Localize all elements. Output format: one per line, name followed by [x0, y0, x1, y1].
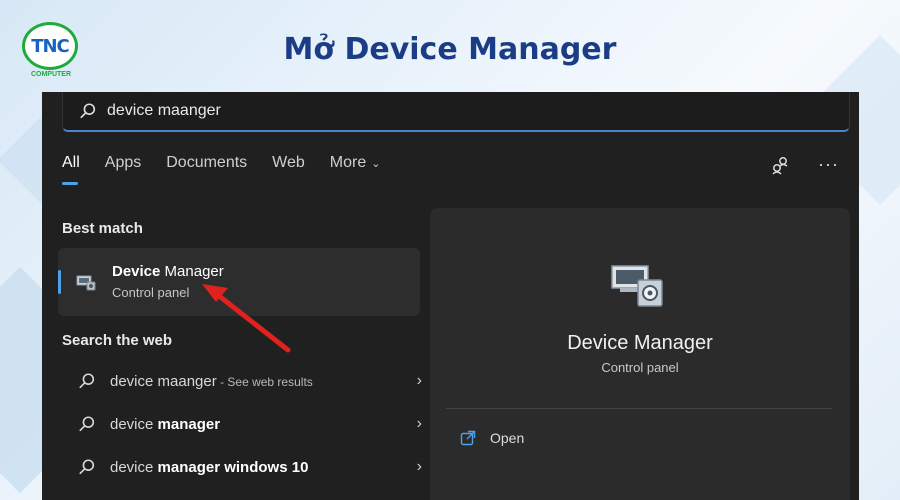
- tab-more-label: More: [329, 154, 367, 171]
- logo-subtext: COMPUTER: [30, 71, 72, 78]
- search-icon: [79, 416, 95, 432]
- open-external-icon: [460, 430, 476, 446]
- web-result-text: device manager: [110, 416, 220, 433]
- title-bold: Device: [112, 263, 161, 280]
- search-icon: [79, 459, 95, 475]
- web-result-item[interactable]: device manager windows 10 ›: [62, 447, 422, 487]
- web-result-text: device maanger - See web results: [110, 373, 313, 390]
- selection-indicator: [58, 270, 61, 294]
- tab-documents[interactable]: Documents: [166, 154, 247, 172]
- chevron-right-icon: ›: [416, 458, 422, 475]
- chevron-right-icon: ›: [416, 415, 422, 432]
- open-label: Open: [490, 430, 525, 446]
- device-manager-icon: [76, 275, 96, 291]
- best-match-result[interactable]: Device Manager Control panel: [58, 248, 420, 316]
- preview-title: Device Manager: [567, 332, 713, 354]
- web-result-text: device manager windows 10: [110, 459, 308, 476]
- device-manager-icon: [611, 265, 663, 307]
- share-icon[interactable]: [770, 155, 790, 175]
- tab-apps[interactable]: Apps: [105, 154, 141, 172]
- open-action[interactable]: Open: [460, 430, 524, 446]
- web-result-item[interactable]: device manager ›: [62, 404, 422, 444]
- divider: [446, 408, 832, 409]
- web-result-prefix: device: [110, 458, 158, 476]
- chevron-right-icon: ›: [416, 372, 422, 389]
- best-match-label: Best match: [62, 220, 143, 237]
- chevron-down-icon: ⌄: [371, 158, 381, 170]
- page-title: Mở Device Manager: [283, 32, 617, 67]
- web-result-prefix: device maanger: [110, 372, 217, 390]
- tab-more[interactable]: More ⌄: [330, 154, 381, 172]
- windows-search-window: device maanger All Apps Documents Web Mo…: [42, 92, 859, 500]
- filter-tabs: All Apps Documents Web More ⌄: [62, 154, 405, 185]
- tab-all[interactable]: All: [62, 154, 80, 185]
- search-bar[interactable]: device maanger: [62, 92, 850, 132]
- search-input[interactable]: device maanger: [107, 102, 221, 120]
- web-result-prefix: device: [110, 415, 158, 433]
- title-rest: Manager: [160, 263, 224, 280]
- best-match-subtitle: Control panel: [112, 285, 190, 300]
- search-icon: [80, 103, 96, 119]
- tab-web[interactable]: Web: [272, 154, 305, 172]
- search-web-label: Search the web: [62, 332, 173, 349]
- best-match-title: Device Manager: [112, 263, 224, 280]
- search-icon: [79, 373, 95, 389]
- preview-subtitle: Control panel: [601, 360, 679, 375]
- web-result-suffix: - See web results: [216, 374, 313, 389]
- more-options-icon[interactable]: ···: [818, 154, 839, 175]
- preview-pane: Device Manager Control panel Open: [430, 208, 850, 500]
- web-result-bold: manager windows 10: [157, 458, 309, 476]
- toolbar-right: ···: [770, 154, 839, 175]
- web-result-item[interactable]: device maanger - See web results ›: [62, 361, 422, 401]
- web-result-bold: manager: [157, 415, 221, 433]
